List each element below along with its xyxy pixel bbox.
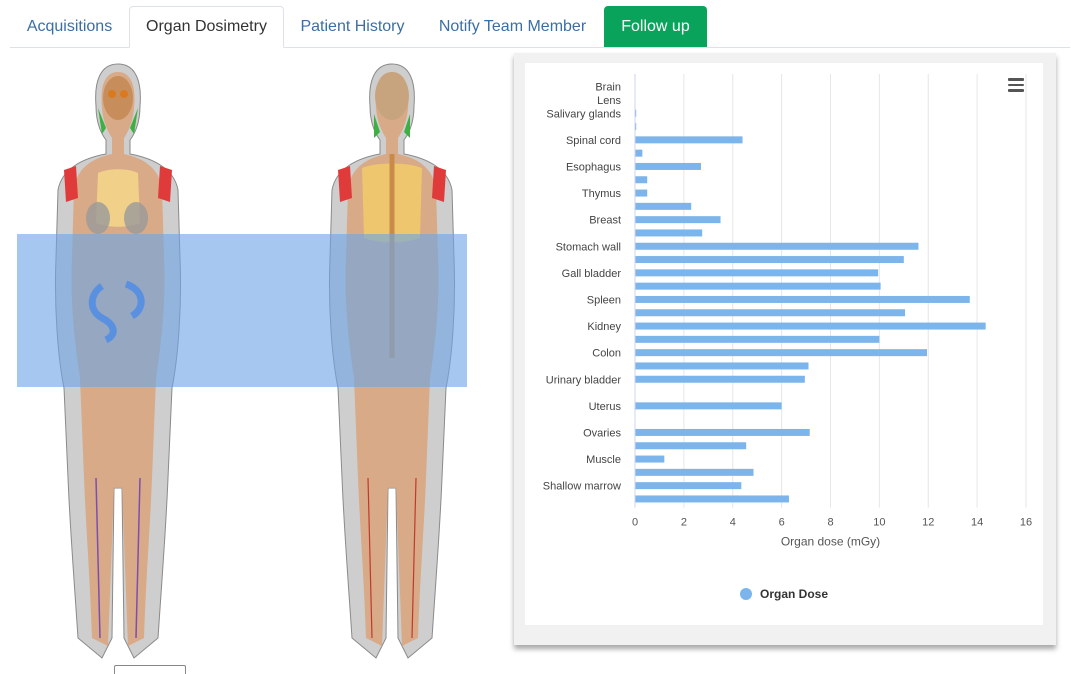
bar: [635, 375, 805, 383]
bar: [635, 176, 648, 184]
tab-notify-team-member[interactable]: Notify Team Member: [421, 6, 604, 47]
category-label: Thymus: [582, 188, 622, 200]
bar: [635, 428, 810, 436]
bar: [635, 482, 742, 490]
bar: [635, 455, 665, 463]
bar: [635, 442, 747, 450]
x-tick-label: 4: [730, 517, 736, 529]
bar: [635, 349, 928, 357]
x-tick-label: 6: [779, 517, 785, 529]
x-tick-label: 10: [873, 517, 885, 529]
category-label: Muscle: [586, 454, 621, 466]
bar: [635, 295, 970, 303]
category-label: Breast: [589, 215, 621, 227]
category-label: Stomach wall: [556, 241, 621, 253]
tab-acquisitions[interactable]: Acquisitions: [10, 6, 129, 47]
bar: [635, 322, 986, 330]
bar: [635, 162, 701, 170]
category-label: Lens: [597, 95, 621, 107]
scan-range-overlay[interactable]: [17, 234, 467, 387]
chart-container: Brain Lens Salivary glands Spinal cord Esoph…: [525, 63, 1043, 625]
x-tick-label: 12: [922, 517, 934, 529]
category-label: Urinary bladder: [546, 374, 622, 386]
x-axis-title: Organ dose (mGy): [781, 535, 880, 549]
bar: [635, 309, 906, 317]
category-label: Brain: [595, 82, 621, 94]
bar: [635, 216, 721, 224]
x-tick-label: 2: [681, 517, 687, 529]
category-label: Kidney: [587, 321, 621, 333]
category-label: Esophagus: [566, 161, 622, 173]
tab-organ-dosimetry[interactable]: Organ Dosimetry: [129, 6, 284, 48]
chart-legend[interactable]: Organ Dose: [525, 587, 1043, 601]
tab-follow-up[interactable]: Follow up: [604, 6, 707, 47]
bar: [635, 242, 919, 250]
x-tick-label: 8: [827, 517, 833, 529]
x-tick-label: 16: [1020, 517, 1032, 529]
legend-label: Organ Dose: [759, 587, 828, 601]
category-label: Gall bladder: [562, 268, 622, 280]
category-label: Colon: [592, 348, 621, 360]
bar: [635, 269, 879, 277]
body-phantom-panel: [0, 48, 500, 674]
category-label: Uterus: [589, 401, 622, 413]
bar: [635, 136, 743, 144]
x-tick-label: 0: [632, 517, 638, 529]
organ-dose-bar-chart: BrainLensSalivary glands Spinal cord Esoph…: [543, 74, 1032, 549]
bar: [635, 282, 881, 290]
x-tick-label: 14: [971, 517, 983, 529]
organ-dose-chart-panel: Brain Lens Salivary glands Spinal cord Esoph…: [514, 53, 1056, 645]
bar: [635, 229, 703, 237]
category-label: Salivary glands: [546, 108, 621, 120]
bar: [635, 402, 782, 410]
tab-bar: Acquisitions Organ Dosimetry Patient His…: [10, 0, 1070, 48]
tab-patient-history[interactable]: Patient History: [284, 6, 421, 47]
category-label: Spleen: [587, 294, 621, 306]
legend-marker: [739, 588, 752, 600]
bar: [635, 202, 692, 210]
bar: [635, 495, 789, 503]
bar: [635, 468, 754, 476]
category-label: Shallow marrow: [543, 481, 621, 493]
bar: [635, 149, 643, 157]
category-label: Spinal cord: [566, 135, 621, 147]
bar: [635, 335, 880, 343]
bar: [635, 256, 904, 264]
bar: [635, 189, 648, 197]
bar: [635, 362, 809, 370]
category-label: Ovaries: [583, 427, 621, 439]
hamburger-menu-icon[interactable]: [1005, 75, 1027, 97]
